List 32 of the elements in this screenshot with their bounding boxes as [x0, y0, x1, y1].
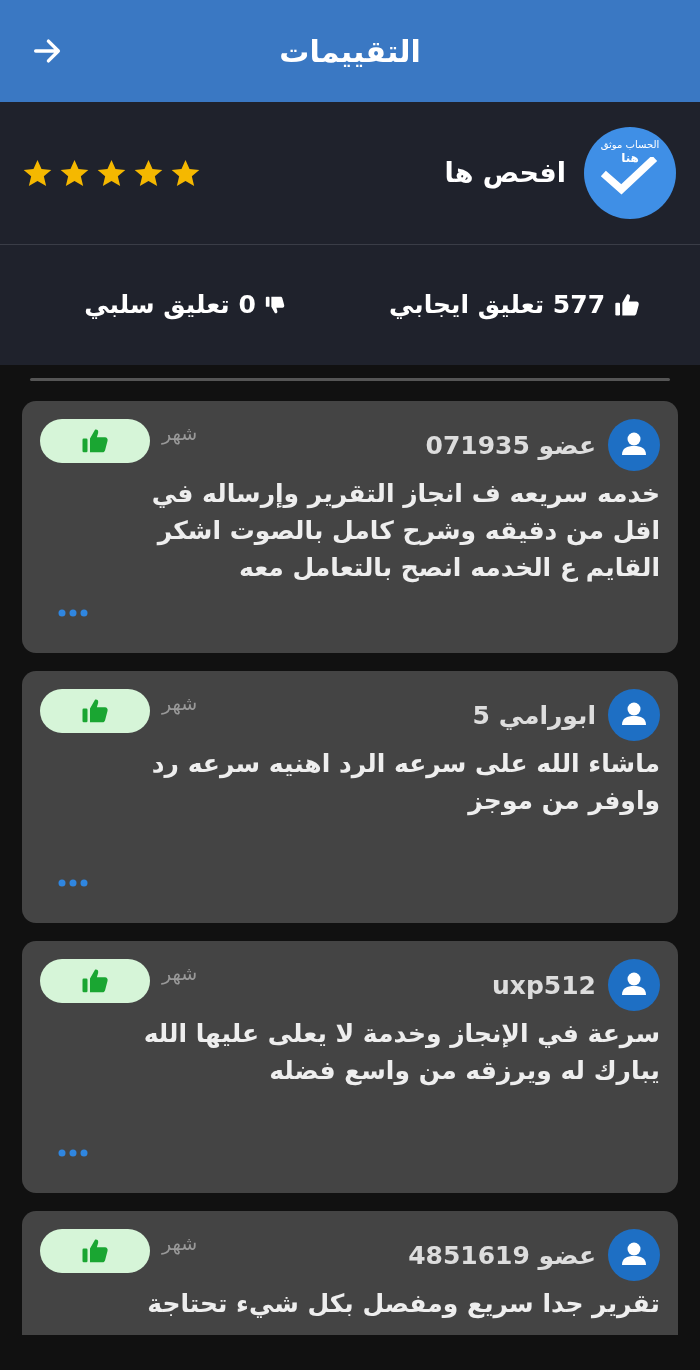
star-icon [133, 157, 164, 189]
review-text: خدمه سريعه ف انجاز التقرير وإرساله في اقل من دقيقه وشرح كامل بالصوت اشكر القايم ع الخدمه انصح بالتعامل معه [150, 478, 660, 585]
star-icon [96, 157, 127, 189]
review-text: ماشاء الله على سرعه الرد اهنيه سرعه رد واوفر من موجز [150, 748, 660, 818]
more-icon[interactable] [58, 879, 88, 887]
star-icon [59, 157, 90, 189]
author-name: ابورامي 5 [472, 700, 596, 732]
review-time: شهر [162, 961, 198, 987]
badge-text: الحساب موثق [600, 139, 660, 151]
positive-count: 577 تعليق ايجابي [388, 289, 606, 322]
review-time: شهر [162, 1231, 198, 1257]
negative-count: 0 تعليق سلبي [84, 289, 256, 322]
thumbs-down-icon [263, 294, 286, 316]
avatar-icon [608, 689, 660, 741]
author-name: عضو 4851619 [408, 1240, 596, 1272]
star-icon [22, 157, 53, 189]
review-text: سرعة في الإنجاز وخدمة لا يعلى عليها الله يبارك له ويرزقه من واسع فضله [142, 1018, 660, 1088]
avatar-icon [608, 959, 660, 1011]
thumbs-up-icon [613, 291, 642, 319]
avatar-icon [608, 419, 660, 471]
review-time: شهر [162, 691, 198, 717]
more-icon[interactable] [58, 1149, 88, 1157]
badge-subtext: هنا [621, 151, 639, 165]
author-name: uxp512 [492, 970, 596, 1002]
avatar-icon [608, 1229, 660, 1281]
review-text: تقرير جدا سريع ومفصل بكل شيء تحتاجة [146, 1288, 660, 1321]
page-title: التقييمات [279, 32, 421, 71]
more-icon[interactable] [58, 609, 88, 617]
profile-name: افحص ها [444, 155, 566, 191]
author-name: عضو 071935 [425, 430, 596, 462]
star-icon [170, 157, 201, 189]
review-time: شهر [162, 421, 198, 447]
